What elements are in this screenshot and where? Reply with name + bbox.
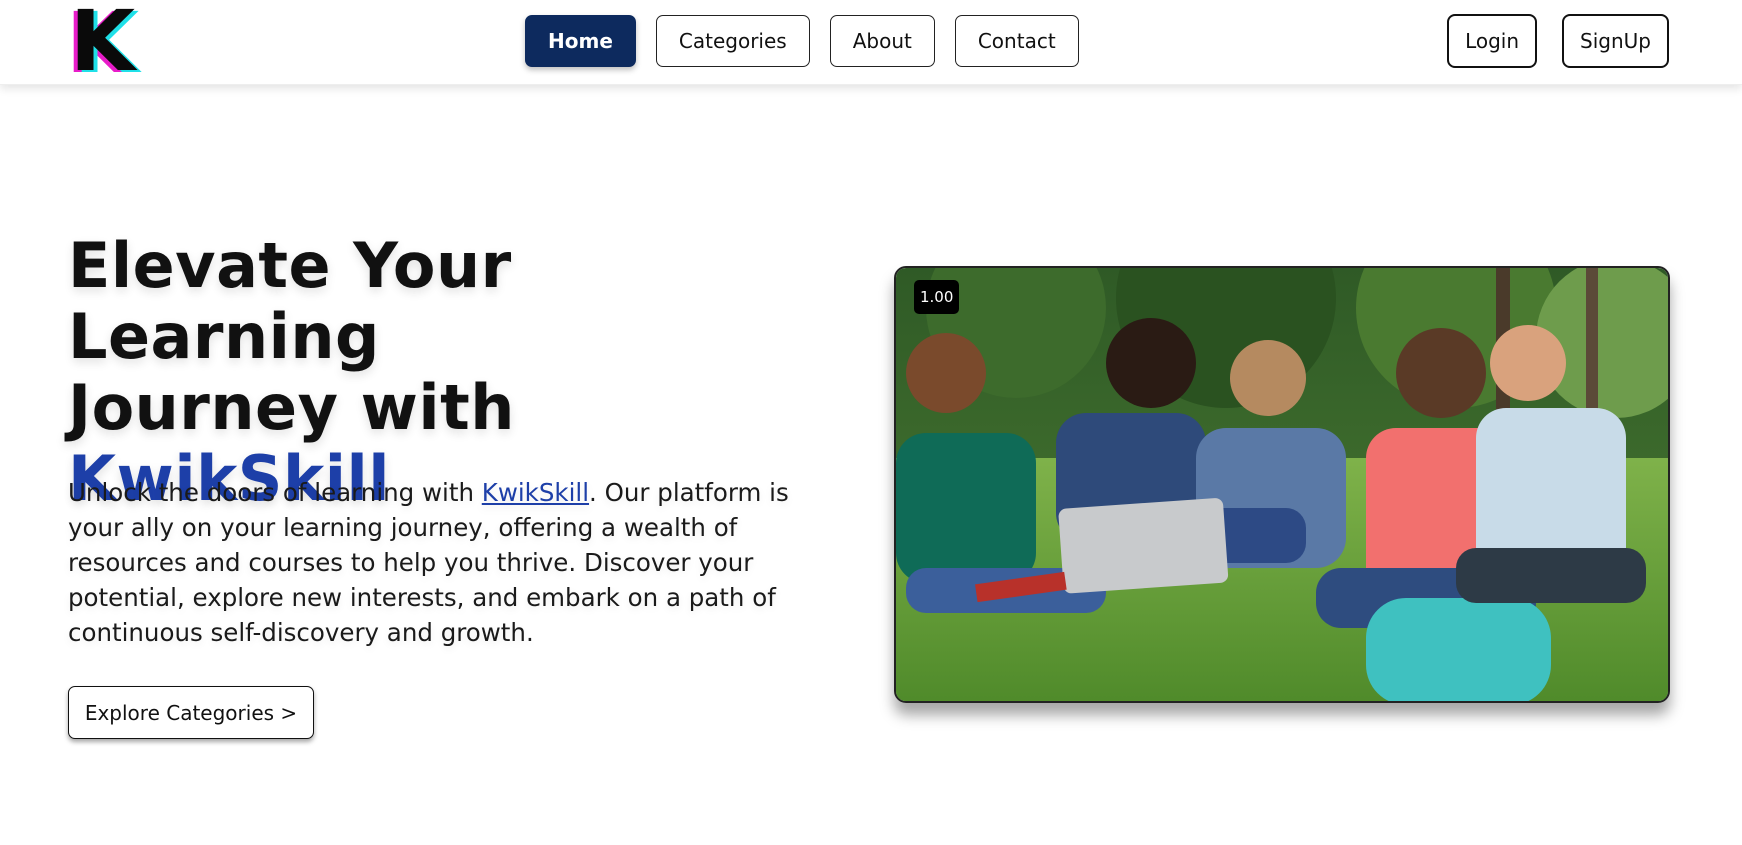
hero-title-line1: Elevate Your Learning (68, 229, 512, 373)
kwikskill-link[interactable]: KwikSkill (482, 478, 589, 507)
svg-text:K: K (70, 6, 138, 76)
hero-title-line2: Journey with (68, 371, 515, 444)
login-button[interactable]: Login (1447, 14, 1538, 68)
nav-categories-button[interactable]: Categories (655, 15, 810, 67)
hero-video[interactable]: 1.00 (894, 266, 1670, 703)
auth-buttons: Login SignUp (1447, 14, 1669, 68)
nav-contact-button[interactable]: Contact (954, 15, 1079, 67)
playback-speed-badge[interactable]: 1.00 (914, 280, 960, 314)
signup-button[interactable]: SignUp (1562, 14, 1669, 68)
hero-desc-intro: Unlock the doors of learning with (68, 478, 482, 507)
hero-description: Unlock the doors of learning with KwikSk… (68, 475, 798, 650)
site-header: K K K Home Categories About Contact Logi… (0, 0, 1742, 92)
nav-home-button[interactable]: Home (525, 15, 636, 67)
hero-title: Elevate Your Learning Journey with KwikS… (68, 230, 828, 514)
nav-about-button[interactable]: About (829, 15, 935, 67)
students-video-frame (896, 268, 1668, 701)
explore-categories-button[interactable]: Explore Categories > (68, 686, 314, 739)
kwikskill-logo[interactable]: K K K (66, 0, 150, 92)
main-nav: Home Categories About Contact (525, 15, 1079, 67)
